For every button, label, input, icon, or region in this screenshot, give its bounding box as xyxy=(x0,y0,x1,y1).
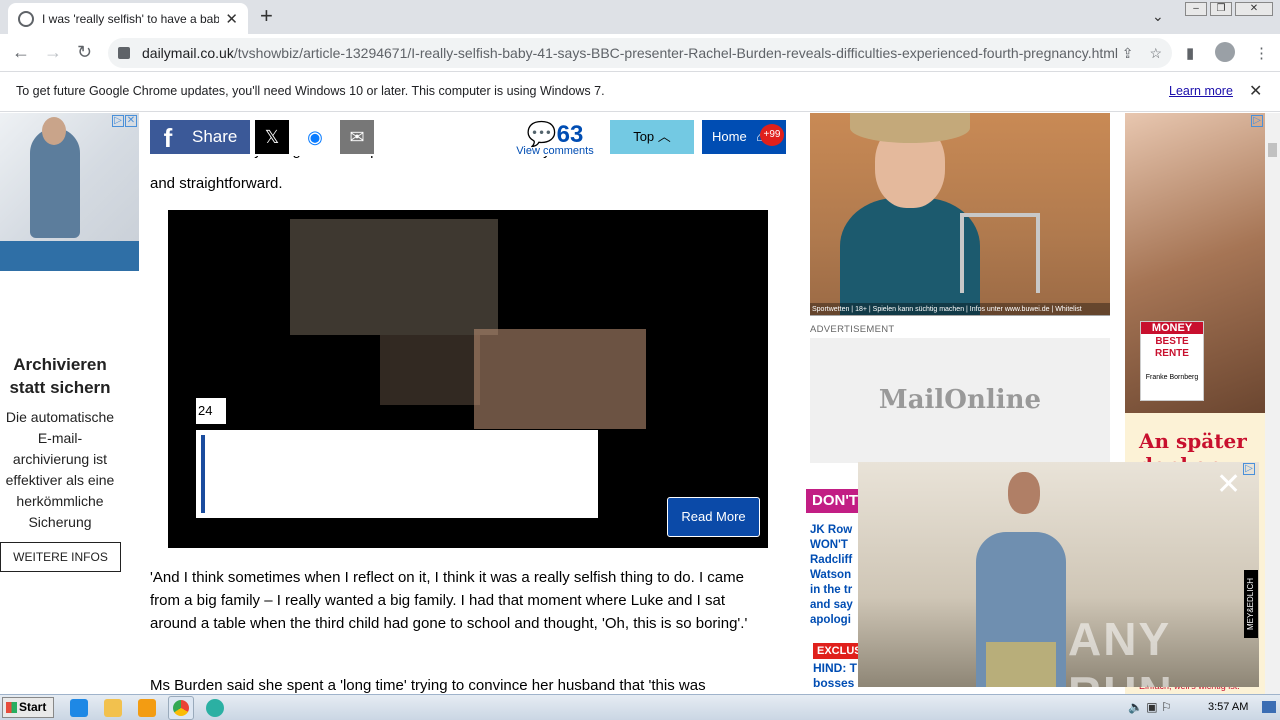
video-photo-2 xyxy=(380,335,480,405)
show-desktop-icon[interactable] xyxy=(1262,701,1276,713)
infobar-close-icon[interactable]: ✕ xyxy=(1249,81,1262,101)
watermark: ANY RUN xyxy=(1068,613,1172,687)
money-heading: BESTE RENTE xyxy=(1155,336,1189,359)
share-bar: f Share 𝕏 ◉ ✉ 💬63 View comments Top ︿ Ho… xyxy=(150,120,790,157)
start-button[interactable]: Start xyxy=(2,697,54,718)
tab-title: I was 'really selfish' to have a baby a xyxy=(42,11,220,26)
share-page-icon[interactable]: ⇪ xyxy=(1122,45,1134,62)
dont-miss-heading: DON'T xyxy=(806,489,858,513)
url-domain: dailymail.co.uk xyxy=(142,45,234,61)
update-infobar: To get future Google Chrome updates, you… xyxy=(0,72,1280,112)
tab-strip: I was 'really selfish' to have a baby a … xyxy=(0,0,1280,34)
bookmark-star-icon[interactable]: ☆ xyxy=(1149,45,1162,62)
back-arrow-icon[interactable]: ← xyxy=(12,42,30,62)
browser-tab[interactable]: I was 'really selfish' to have a baby a … xyxy=(8,3,248,34)
mailonline-logo: MailOnline xyxy=(810,338,1110,463)
home-label: Home xyxy=(712,129,747,144)
media-player-icon[interactable] xyxy=(138,699,156,717)
chrome-icon xyxy=(173,700,189,716)
left-ad-image[interactable] xyxy=(0,113,139,271)
left-ad-title: Archivieren statt sichern xyxy=(9,355,111,397)
read-more-button[interactable]: Read More xyxy=(667,497,760,537)
adchoices-icon[interactable]: ▷ xyxy=(1251,115,1263,127)
back-to-top-button[interactable]: Top ︿ xyxy=(610,120,694,154)
email-icon[interactable]: ✉ xyxy=(340,120,374,154)
messenger-icon[interactable]: ◉ xyxy=(298,120,332,154)
ie-icon[interactable] xyxy=(70,699,88,717)
learn-more-link[interactable]: Learn more xyxy=(1169,84,1233,98)
minimize-button[interactable]: – xyxy=(1185,2,1207,16)
explorer-folder-icon[interactable] xyxy=(104,699,122,717)
money-badge: MONEY BESTE RENTE Franke Bornberg xyxy=(1140,321,1204,401)
profile-avatar-icon[interactable] xyxy=(1215,42,1235,62)
tray-icons[interactable]: 🔈 ▣ ⚐ xyxy=(1128,700,1172,714)
news-item-link[interactable]: HIND: T bosses xyxy=(813,661,858,691)
share-label: Share xyxy=(192,127,238,146)
browser-toolbar: ← → ↻ dailymail.co.uk /tvshowbiz/article… xyxy=(0,34,1280,72)
windows-flag-icon xyxy=(6,702,17,713)
left-ad-button[interactable]: WEITERE INFOS xyxy=(0,542,121,572)
money-sub: Franke Bornberg xyxy=(1145,374,1199,381)
new-tab-button[interactable]: + xyxy=(260,5,273,27)
tab-search-chevron-icon[interactable]: ⌄ xyxy=(1152,8,1164,25)
right-ad-image[interactable] xyxy=(810,113,1110,315)
video-photo-3 xyxy=(474,329,646,429)
restore-button[interactable]: ❐ xyxy=(1210,2,1232,16)
ad-close-icon[interactable]: ✕ xyxy=(125,115,137,127)
notification-badge: +99 xyxy=(760,124,784,146)
video-overlay-box xyxy=(196,430,598,518)
slide-number: 24 xyxy=(196,398,226,424)
brand-label: MEY&EDLICH xyxy=(1244,570,1258,638)
news-item-link[interactable]: JK Row WON'T Radcliff Watson in the tr a… xyxy=(810,523,858,633)
article-paragraph-next: Ms Burden said she spent a 'long time' t… xyxy=(150,677,706,694)
page-scrollbar[interactable] xyxy=(1265,113,1280,694)
infobar-message: To get future Google Chrome updates, you… xyxy=(16,84,605,98)
adchoices-icon[interactable]: ▷ xyxy=(112,115,124,127)
windows-taskbar: Start 🔈 ▣ ⚐ 3:57 AM xyxy=(0,694,1280,720)
facebook-share-button[interactable]: f Share xyxy=(150,120,250,154)
reload-icon[interactable]: ↻ xyxy=(77,42,92,62)
article-paragraph-end: and straightforward. xyxy=(150,175,283,192)
money-title: MONEY xyxy=(1141,322,1203,334)
lock-icon xyxy=(118,47,130,59)
menu-dots-icon[interactable]: ⋮ xyxy=(1254,44,1269,62)
chrome-taskbar-button[interactable] xyxy=(168,696,194,720)
start-label: Start xyxy=(19,700,47,714)
facebook-icon: f xyxy=(163,123,173,153)
side-panel-icon[interactable]: ▮ xyxy=(1186,44,1194,62)
top-label: Top xyxy=(633,129,655,144)
chevron-up-icon: ︿ xyxy=(657,129,671,144)
comment-bubble-icon: 💬 xyxy=(526,121,557,148)
view-comments-label: View comments xyxy=(516,145,594,157)
right-ad-caption: Sportwetten | 18+ | Spielen kann süchtig… xyxy=(810,303,1110,316)
adchoices-icon[interactable]: ▷ xyxy=(1243,463,1255,475)
comments-link[interactable]: 💬63 View comments xyxy=(510,120,600,157)
taskbar-clock[interactable]: 3:57 AM xyxy=(1208,701,1248,713)
popup-close-icon[interactable]: ✕ xyxy=(1216,470,1241,500)
video-photo-1 xyxy=(290,219,498,335)
window-close-button[interactable]: ✕ xyxy=(1235,2,1273,16)
advertisement-label: ADVERTISEMENT xyxy=(810,324,895,335)
exclusive-badge: EXCLUS xyxy=(813,643,862,659)
globe-icon xyxy=(18,10,34,27)
x-twitter-icon[interactable]: 𝕏 xyxy=(255,120,289,154)
tab-close-icon[interactable]: ✕ xyxy=(225,10,238,28)
video-player[interactable]: 24 Read More xyxy=(168,210,768,548)
url-path: /tvshowbiz/article-13294671/I-really-sel… xyxy=(233,45,1119,61)
comment-count: 63 xyxy=(556,121,584,148)
left-ad-text: Die automatische E-mail-archivierung ist… xyxy=(5,409,115,530)
address-bar[interactable]: dailymail.co.uk /tvshowbiz/article-13294… xyxy=(108,38,1172,68)
forward-arrow-icon[interactable]: → xyxy=(44,42,62,62)
edge-icon[interactable] xyxy=(206,699,224,717)
article-paragraph-quote: 'And I think sometimes when I reflect on… xyxy=(150,569,748,632)
home-button[interactable]: Home ⌂ +99 xyxy=(702,120,786,154)
floating-video-ad[interactable]: ANY RUN MEY&EDLICH ✕ xyxy=(858,462,1259,687)
